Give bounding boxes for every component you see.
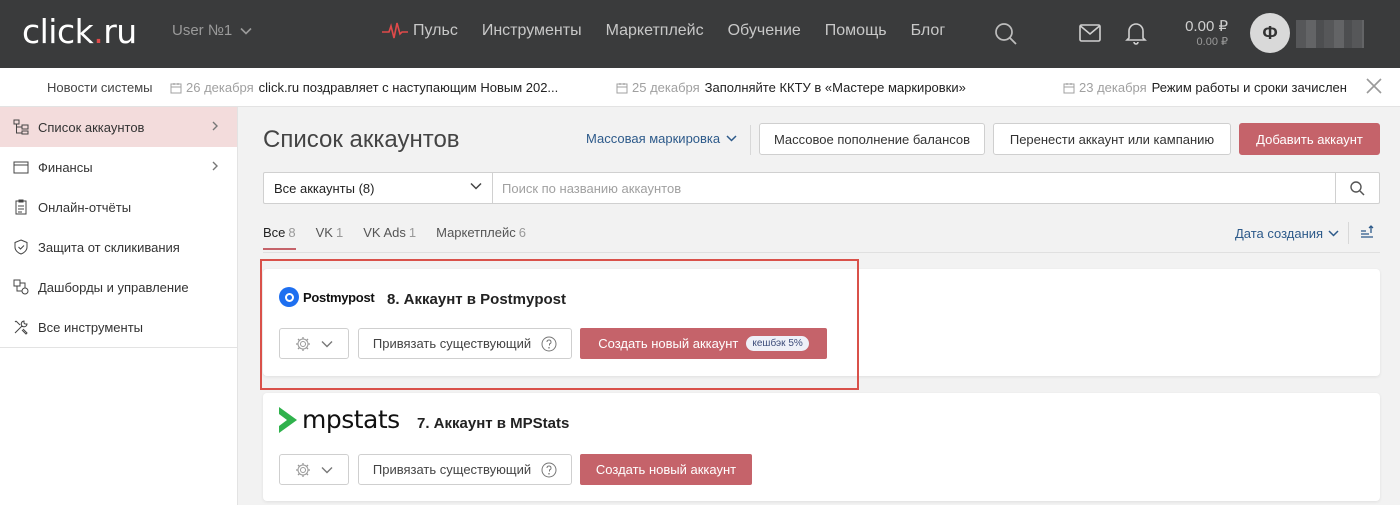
sort-dropdown[interactable]: Дата создания — [1235, 226, 1339, 241]
tab-all[interactable]: Все 8 — [263, 225, 296, 250]
news-date: 25 декабря — [632, 80, 700, 95]
search-icon — [1350, 180, 1365, 196]
shield-icon — [14, 239, 28, 255]
nav-marketplace[interactable]: Маркетплейс — [606, 22, 704, 40]
nav-tools[interactable]: Инструменты — [482, 22, 582, 40]
search-input[interactable] — [494, 173, 1336, 203]
nav-education[interactable]: Обучение — [728, 22, 801, 40]
accounts-tree-icon — [13, 119, 29, 135]
chevron-down-icon — [726, 135, 737, 142]
nav-pulse[interactable]: Пульс — [382, 22, 458, 40]
wallet-icon — [13, 161, 29, 174]
highlight-frame — [260, 259, 859, 390]
account-title: 7. Аккаунт в MPStats — [417, 415, 570, 432]
news-text: Заполняйте ККТУ в «Мастере маркировки» — [704, 80, 966, 95]
click-ru-logo[interactable]: click.ru — [22, 12, 137, 52]
tab-vk-ads[interactable]: VK Ads 1 — [363, 225, 416, 250]
sidebar-divider — [0, 347, 238, 348]
user-selector[interactable]: User №1 — [172, 22, 252, 39]
dashboard-icon — [13, 279, 29, 295]
close-icon[interactable] — [1356, 78, 1390, 98]
sidebar-item-label: Онлайн-отчёты — [38, 199, 132, 215]
help-icon — [541, 462, 557, 477]
sidebar-item-label: Дашборды и управление — [38, 279, 189, 295]
create-new-account-button[interactable]: Создать новый аккаунт — [580, 454, 752, 485]
news-text: click.ru поздравляет с наступающим Новым… — [258, 80, 559, 95]
clipboard-icon — [15, 199, 27, 215]
news-title[interactable]: Новости системы — [47, 80, 153, 95]
account-tabs: Все 8 VK 1 VK Ads 1 Маркетплейс 6 — [263, 225, 546, 250]
mpstats-play-icon — [279, 407, 297, 433]
link-existing-button[interactable]: Привязать существующий — [358, 454, 572, 485]
mass-marking-dropdown[interactable]: Массовая маркировка — [586, 131, 737, 146]
pulse-icon — [382, 22, 408, 39]
calendar-icon — [170, 82, 182, 93]
sidebar-item-label: Финансы — [38, 159, 93, 175]
nav-blog[interactable]: Блог — [911, 22, 946, 40]
account-settings-dropdown[interactable] — [279, 454, 349, 485]
divider — [1348, 222, 1349, 244]
main-nav: Пульс Инструменты Маркетплейс Обучение П… — [382, 22, 969, 40]
chevron-right-icon — [212, 121, 218, 131]
gear-icon — [296, 462, 310, 477]
divider — [750, 125, 751, 155]
sidebar-item-label: Все инструменты — [38, 319, 143, 335]
calendar-icon — [616, 82, 628, 93]
filter-bar: Все аккаунты (8) — [263, 172, 1380, 204]
news-text: Режим работы и сроки зачислен — [1151, 80, 1347, 95]
balance-sub: 0.00 ₽ — [1196, 36, 1228, 48]
sidebar-item-reports[interactable]: Онлайн-отчёты — [0, 187, 237, 227]
chevron-down-icon — [240, 27, 252, 35]
news-item[interactable]: 26 декабря click.ru поздравляет с наступ… — [170, 80, 558, 95]
chevron-down-icon — [1328, 230, 1339, 237]
top-bar: click.ru User №1 Пульс Инструменты Марке… — [0, 0, 1400, 68]
tab-vk[interactable]: VK 1 — [316, 225, 344, 250]
transfer-account-button[interactable]: Перенести аккаунт или кампанию — [993, 123, 1231, 155]
chevron-right-icon — [212, 161, 218, 171]
user-name: User №1 — [172, 22, 233, 39]
search-button[interactable] — [1335, 173, 1379, 203]
news-date: 26 декабря — [186, 80, 254, 95]
news-item[interactable]: 25 декабря Заполняйте ККТУ в «Мастере ма… — [616, 80, 966, 95]
search-icon[interactable] — [994, 22, 1018, 49]
sidebar-item-all-tools[interactable]: Все инструменты — [0, 307, 237, 347]
user-account-name-redacted[interactable] — [1296, 20, 1364, 48]
chevron-down-icon — [470, 182, 482, 190]
bell-icon[interactable] — [1125, 21, 1147, 48]
sidebar-item-label: Список аккаунтов — [38, 119, 145, 135]
account-filter-select[interactable]: Все аккаунты (8) — [264, 173, 493, 203]
sidebar: Список аккаунтов Финансы Онлайн-отчёты З… — [0, 107, 238, 505]
tools-icon — [14, 320, 28, 335]
sidebar-item-dashboards[interactable]: Дашборды и управление — [0, 267, 237, 307]
balance[interactable]: 0.00 ₽ 0.00 ₽ — [1170, 18, 1228, 49]
news-date: 23 декабря — [1079, 80, 1147, 95]
tabs-underline — [263, 252, 1380, 253]
avatar[interactable]: Ф — [1250, 13, 1290, 53]
sort-direction-icon[interactable] — [1360, 225, 1374, 242]
account-card: mpstats 7. Аккаунт в MPStats Привязать с… — [263, 393, 1380, 501]
page-title: Список аккаунтов — [263, 126, 460, 153]
calendar-icon — [1063, 82, 1075, 93]
sidebar-item-accounts[interactable]: Список аккаунтов — [0, 107, 237, 147]
sidebar-item-label: Защита от скликивания — [38, 239, 180, 255]
news-bar: Новости системы 26 декабря click.ru позд… — [0, 68, 1400, 107]
sidebar-item-finance[interactable]: Финансы — [0, 147, 237, 187]
nav-help[interactable]: Помощь — [825, 22, 887, 40]
chevron-down-icon — [321, 466, 333, 473]
news-item[interactable]: 23 декабря Режим работы и сроки зачислен — [1063, 80, 1347, 95]
mass-topup-button[interactable]: Массовое пополнение балансов — [759, 123, 985, 155]
balance-main: 0.00 ₽ — [1185, 18, 1228, 35]
sidebar-item-fraud-protection[interactable]: Защита от скликивания — [0, 227, 237, 267]
tab-marketplace[interactable]: Маркетплейс 6 — [436, 225, 526, 250]
mpstats-logo: mpstats — [278, 405, 400, 435]
add-account-button[interactable]: Добавить аккаунт — [1239, 123, 1380, 155]
mail-icon[interactable] — [1079, 24, 1101, 45]
